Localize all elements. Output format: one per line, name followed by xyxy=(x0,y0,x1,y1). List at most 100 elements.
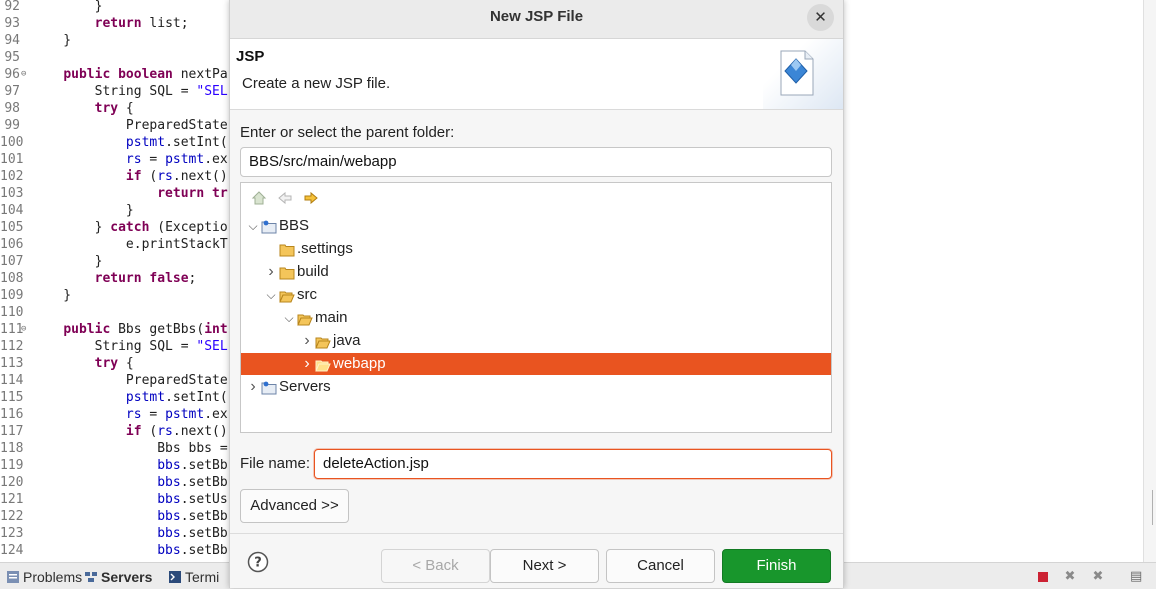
tree-item-label: src xyxy=(297,286,317,303)
code-text: } xyxy=(32,288,72,303)
fold-toggle-icon[interactable]: ⊖ xyxy=(21,66,26,83)
banner-graphic xyxy=(763,39,843,109)
tab-terminal[interactable]: Termi xyxy=(168,567,219,587)
code-text: } xyxy=(32,33,72,48)
tree-item-settings[interactable]: .settings xyxy=(241,238,831,260)
parent-folder-input[interactable]: BBS/src/main/webapp xyxy=(240,147,832,177)
code-text: rs = pstmt.ex xyxy=(125,407,228,422)
chevron-down-icon[interactable]: ⌵ xyxy=(265,284,277,306)
help-icon[interactable]: ? xyxy=(247,551,269,573)
home-icon[interactable] xyxy=(251,190,267,206)
code-text: bbs.setBb xyxy=(157,526,228,541)
tree-item-bbs[interactable]: ⌵ BBS xyxy=(241,215,831,237)
code-text: String SQL = "SEL xyxy=(32,84,228,99)
tab-problems[interactable]: Problems xyxy=(6,567,82,587)
dialog-titlebar: New JSP File ✕ xyxy=(230,0,843,39)
line-number: 123 xyxy=(0,526,24,541)
line-number: 118 xyxy=(0,441,24,456)
line-number: 117 xyxy=(0,424,24,439)
code-text: } xyxy=(32,203,134,218)
chevron-down-icon[interactable]: ⌵ xyxy=(283,307,295,329)
dialog-title: New JSP File xyxy=(489,8,584,25)
code-text: return tr xyxy=(157,186,228,201)
chevron-down-icon[interactable]: ⌵ xyxy=(247,215,259,237)
tree-item-webapp[interactable]: › webapp xyxy=(241,353,831,375)
folder-open-icon xyxy=(315,334,331,349)
line-number: 103 xyxy=(0,186,24,201)
chevron-right-icon[interactable]: › xyxy=(247,376,259,398)
tree-item-main[interactable]: ⌵ main xyxy=(241,307,831,329)
tree-item-java[interactable]: › java xyxy=(241,330,831,352)
folder-tree[interactable]: ⌵ BBS .settings › build ⌵ src ⌵ main › java › webapp… xyxy=(240,182,832,433)
wizard-banner: JSP Create a new JSP file. xyxy=(230,39,843,110)
stop-icon[interactable] xyxy=(1038,572,1048,582)
code-text: public boolean nextPa xyxy=(63,67,228,82)
line-number: 110 xyxy=(0,305,24,320)
next-button[interactable]: Next > xyxy=(490,549,599,583)
line-number: 124 xyxy=(0,543,24,558)
folder-open-icon xyxy=(315,357,331,372)
line-number: 95 xyxy=(4,50,20,65)
close-button[interactable]: ✕ xyxy=(807,4,834,31)
line-number: 120 xyxy=(0,475,24,490)
tree-item-build[interactable]: › build xyxy=(241,261,831,283)
folder-open-icon xyxy=(297,311,313,326)
back-arrow-icon[interactable] xyxy=(277,190,293,206)
line-number: 98 xyxy=(4,101,20,116)
remove-all-icon[interactable]: ✖ xyxy=(1092,570,1104,583)
line-number: 102 xyxy=(0,169,24,184)
code-text: String SQL = "SEL xyxy=(32,339,228,354)
line-number: 112 xyxy=(0,339,24,354)
code-text: PreparedState xyxy=(32,118,228,133)
tab-servers[interactable]: Servers xyxy=(84,567,152,587)
code-text: Bbs bbs = xyxy=(32,441,228,456)
terminal-icon xyxy=(169,571,181,583)
back-button[interactable]: < Back xyxy=(381,549,490,583)
folder-open-icon xyxy=(279,288,295,303)
jsp-file-icon xyxy=(780,50,814,96)
line-number: 105 xyxy=(0,220,24,235)
line-number: 93 xyxy=(4,16,20,31)
code-text: rs = pstmt.ex xyxy=(125,152,228,167)
code-text: return false; xyxy=(94,271,197,286)
chevron-right-icon[interactable]: › xyxy=(301,353,313,375)
remove-icon[interactable]: ✖ xyxy=(1064,570,1076,583)
line-number: 109 xyxy=(0,288,24,303)
chevron-right-icon[interactable]: › xyxy=(301,330,313,352)
chevron-right-icon[interactable]: › xyxy=(265,261,277,283)
line-number: 94 xyxy=(4,33,20,48)
finish-button[interactable]: Finish xyxy=(722,549,831,583)
console-icon[interactable]: ▤ xyxy=(1130,570,1142,583)
code-text: } xyxy=(32,0,103,14)
folder-icon xyxy=(279,242,295,257)
parent-folder-label: Enter or select the parent folder: xyxy=(240,124,455,141)
tree-item-servers[interactable]: › Servers xyxy=(241,376,831,398)
line-number: 115 xyxy=(0,390,24,405)
line-number: 119 xyxy=(0,458,24,473)
problems-icon xyxy=(7,571,19,583)
code-text: pstmt.setInt( xyxy=(125,135,228,150)
line-number: 101 xyxy=(0,152,24,167)
line-number: 106 xyxy=(0,237,24,252)
line-number: 122 xyxy=(0,509,24,524)
code-text: bbs.setBb xyxy=(157,543,228,558)
fold-toggle-icon[interactable]: ⊖ xyxy=(21,321,26,338)
line-number: 113 xyxy=(0,356,24,371)
tree-item-label: Servers xyxy=(279,378,331,395)
line-number: 97 xyxy=(4,84,20,99)
tree-item-label: java xyxy=(333,332,361,349)
advanced-button[interactable]: Advanced >> xyxy=(240,489,349,523)
line-number: 100 xyxy=(0,135,24,150)
tree-toolbar xyxy=(241,183,831,213)
line-number: 111 xyxy=(0,322,24,337)
file-name-input[interactable]: deleteAction.jsp xyxy=(314,449,832,479)
code-text: try { xyxy=(94,101,134,116)
line-number: 92 xyxy=(4,0,20,14)
tab-terminal-label: Termi xyxy=(185,569,220,585)
tree-item-src[interactable]: ⌵ src xyxy=(241,284,831,306)
servers-icon xyxy=(85,572,97,582)
forward-arrow-icon[interactable] xyxy=(303,190,319,206)
code-text: bbs.setBb xyxy=(157,475,228,490)
cancel-button[interactable]: Cancel xyxy=(606,549,715,583)
code-text: bbs.setUs xyxy=(157,492,228,507)
